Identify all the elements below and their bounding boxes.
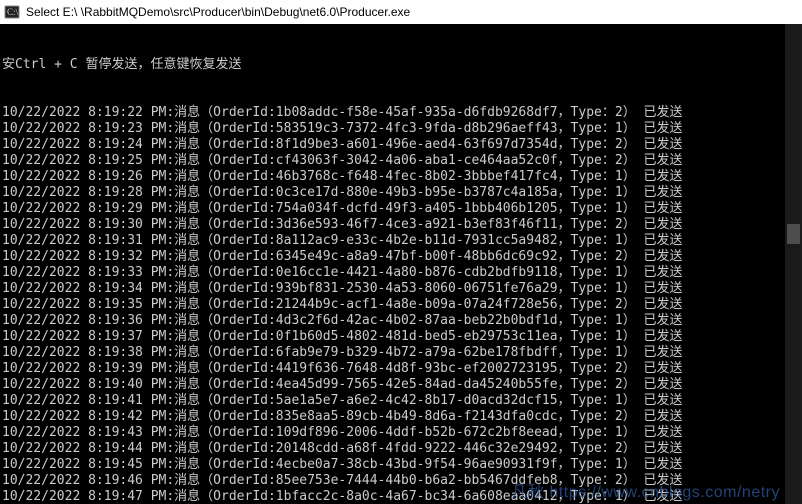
log-line: 10/22/2022 8:19:47 PM:消息（OrderId:1bfacc2… xyxy=(0,489,802,504)
log-line: 10/22/2022 8:19:42 PM:消息（OrderId:835e8aa… xyxy=(0,409,802,425)
log-line: 10/22/2022 8:19:41 PM:消息（OrderId:5ae1a5e… xyxy=(0,393,802,409)
log-line: 10/22/2022 8:19:35 PM:消息（OrderId:21244b9… xyxy=(0,297,802,313)
log-line: 10/22/2022 8:19:24 PM:消息（OrderId:8f1d9be… xyxy=(0,137,802,153)
log-line: 10/22/2022 8:19:40 PM:消息（OrderId:4ea45d9… xyxy=(0,377,802,393)
scrollbar-thumb[interactable] xyxy=(787,224,800,244)
log-line: 10/22/2022 8:19:34 PM:消息（OrderId:939bf83… xyxy=(0,281,802,297)
log-line: 10/22/2022 8:19:25 PM:消息（OrderId:cf43063… xyxy=(0,153,802,169)
log-line: 10/22/2022 8:19:29 PM:消息（OrderId:754a034… xyxy=(0,201,802,217)
log-line: 10/22/2022 8:19:36 PM:消息（OrderId:4d3c2f6… xyxy=(0,313,802,329)
log-line: 10/22/2022 8:19:23 PM:消息（OrderId:583519c… xyxy=(0,121,802,137)
log-line: 10/22/2022 8:19:45 PM:消息（OrderId:4ecbe0a… xyxy=(0,457,802,473)
vertical-scrollbar[interactable] xyxy=(785,24,802,504)
log-line: 10/22/2022 8:19:38 PM:消息（OrderId:6fab9e7… xyxy=(0,345,802,361)
log-line: 10/22/2022 8:19:39 PM:消息（OrderId:4419f63… xyxy=(0,361,802,377)
window-title-bar[interactable]: C:\ Select E:\ \RabbitMQDemo\src\Produce… xyxy=(0,0,802,24)
title-path: \RabbitMQDemo\src\Producer\bin\Debug\net… xyxy=(81,5,411,19)
console-output[interactable]: 安Ctrl + C 暂停发送，任意键恢复发送 10/22/2022 8:19:2… xyxy=(0,24,802,504)
title-prefix: Select E:\ xyxy=(26,5,77,19)
log-line: 10/22/2022 8:19:26 PM:消息（OrderId:46b3768… xyxy=(0,169,802,185)
log-line: 10/22/2022 8:19:46 PM:消息（OrderId:85ee753… xyxy=(0,473,802,489)
header-hint: 安Ctrl + C 暂停发送，任意键恢复发送 xyxy=(0,57,802,73)
log-line: 10/22/2022 8:19:30 PM:消息（OrderId:3d36e59… xyxy=(0,217,802,233)
window-title: Select E:\ \RabbitMQDemo\src\Producer\bi… xyxy=(26,5,410,19)
log-line: 10/22/2022 8:19:43 PM:消息（OrderId:109df89… xyxy=(0,425,802,441)
svg-text:C:\: C:\ xyxy=(7,7,19,17)
console-icon: C:\ xyxy=(4,4,20,20)
log-line: 10/22/2022 8:19:28 PM:消息（OrderId:0c3ce17… xyxy=(0,185,802,201)
log-line: 10/22/2022 8:19:22 PM:消息（OrderId:1b08add… xyxy=(0,105,802,121)
log-line: 10/22/2022 8:19:44 PM:消息（OrderId:20148cd… xyxy=(0,441,802,457)
log-line: 10/22/2022 8:19:31 PM:消息（OrderId:8a112ac… xyxy=(0,233,802,249)
log-line: 10/22/2022 8:19:37 PM:消息（OrderId:0f1b60d… xyxy=(0,329,802,345)
log-line: 10/22/2022 8:19:33 PM:消息（OrderId:0e16cc1… xyxy=(0,265,802,281)
log-line: 10/22/2022 8:19:32 PM:消息（OrderId:6345e49… xyxy=(0,249,802,265)
